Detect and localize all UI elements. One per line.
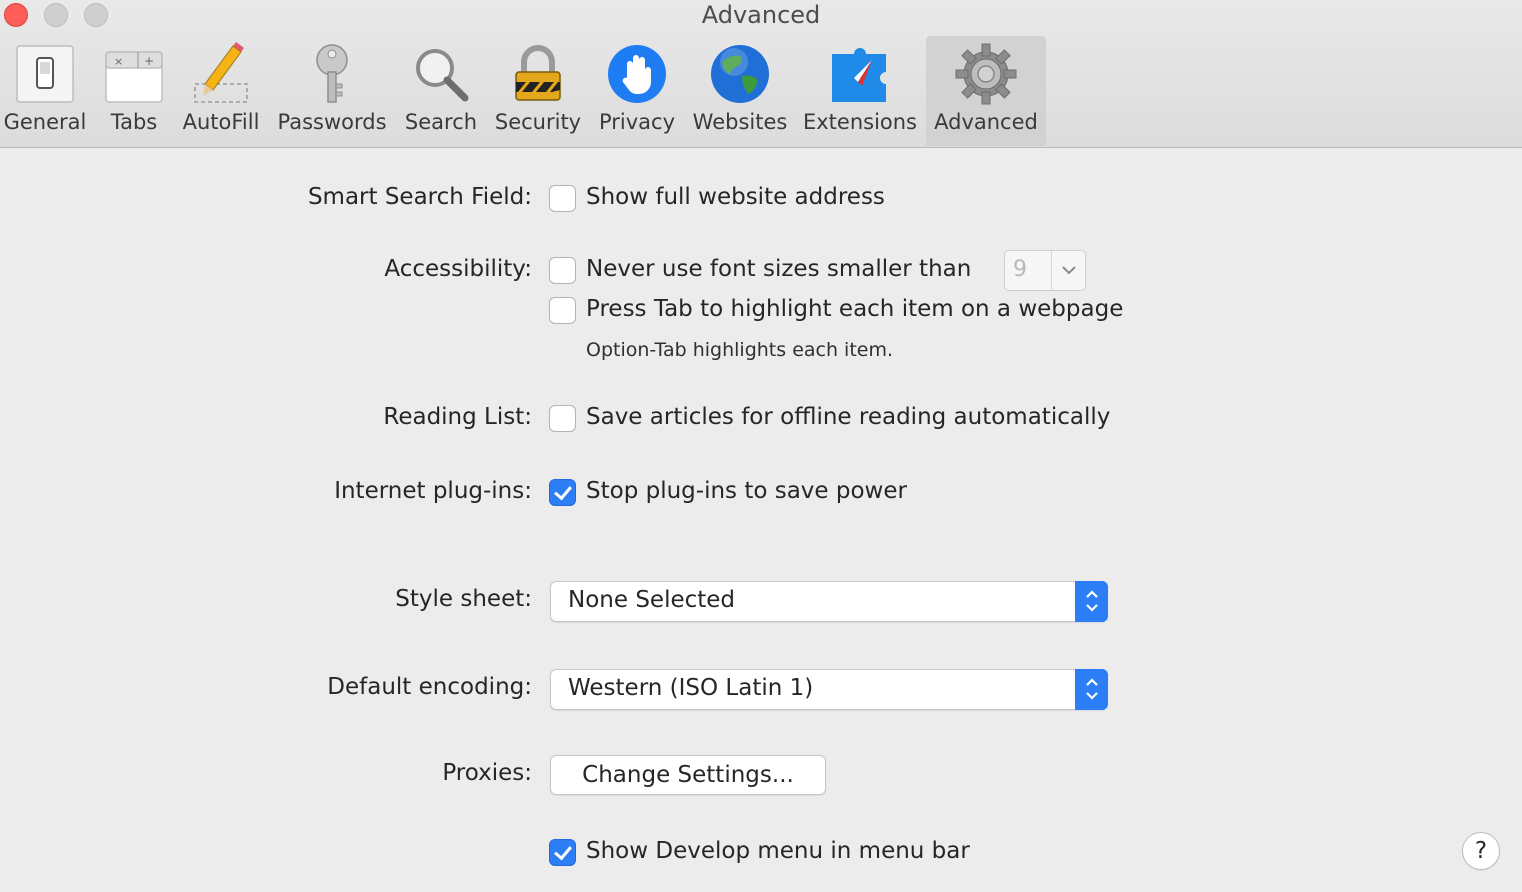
develop-menu-checkbox[interactable] xyxy=(549,839,576,866)
key-icon xyxy=(316,44,348,103)
style-sheet-popup[interactable]: None Selected xyxy=(550,581,1108,622)
show-full-address-text: Show full website address xyxy=(586,184,885,210)
encoding-popup[interactable]: Western (ISO Latin 1) xyxy=(550,669,1108,710)
encoding-stepper xyxy=(1075,669,1108,710)
show-full-address-checkbox[interactable] xyxy=(549,185,576,212)
toolbar-label-security: Security xyxy=(494,110,582,134)
toolbar-label-extensions: Extensions xyxy=(802,110,918,134)
min-font-size-select[interactable]: 9 xyxy=(1004,250,1086,291)
toolbar-item-privacy[interactable]: Privacy xyxy=(594,36,680,146)
magnifier-icon xyxy=(416,49,469,102)
puzzle-compass-icon xyxy=(832,48,886,102)
toolbar-item-security[interactable]: Security xyxy=(490,36,586,146)
reading-list-label: Reading List: xyxy=(383,404,532,430)
min-font-size-value: 9 xyxy=(1013,257,1027,282)
toolbar-label-tabs: Tabs xyxy=(110,110,158,134)
change-settings-button[interactable]: Change Settings... xyxy=(550,755,826,795)
toolbar-label-general: General xyxy=(3,110,87,134)
toolbar-item-passwords[interactable]: Passwords xyxy=(272,36,392,146)
globe-icon xyxy=(711,45,769,103)
help-button[interactable]: ? xyxy=(1462,832,1500,870)
toolbar-label-privacy: Privacy xyxy=(598,110,676,134)
accessibility-label: Accessibility: xyxy=(384,256,532,282)
toolbar-label-websites: Websites xyxy=(692,110,788,134)
toolbar-label-search: Search xyxy=(404,110,478,134)
svg-text:×: × xyxy=(114,55,123,68)
tab-highlight-text: Press Tab to highlight each item on a we… xyxy=(586,296,1124,322)
encoding-value: Western (ISO Latin 1) xyxy=(568,675,814,701)
toolbar-item-extensions[interactable]: Extensions xyxy=(800,36,920,146)
svg-text:+: + xyxy=(144,54,154,68)
general-switch-icon xyxy=(16,45,74,103)
gear-icon xyxy=(955,43,1017,105)
style-sheet-label: Style sheet: xyxy=(395,586,532,612)
style-sheet-stepper xyxy=(1075,581,1108,622)
stop-plugins-checkbox[interactable] xyxy=(549,479,576,506)
toolbar-item-autofill[interactable]: AutoFill xyxy=(178,36,264,146)
toolbar-item-tabs[interactable]: × + Tabs xyxy=(96,36,172,146)
padlock-icon xyxy=(515,45,561,101)
tab-highlight-checkbox[interactable] xyxy=(549,297,576,324)
toolbar-item-general[interactable]: General xyxy=(0,36,90,146)
tab-highlight-note: Option-Tab highlights each item. xyxy=(586,339,894,361)
stop-plugins-text: Stop plug-ins to save power xyxy=(586,478,907,504)
toolbar-item-websites[interactable]: Websites xyxy=(688,36,792,146)
pencil-icon xyxy=(194,42,248,103)
toolbar-item-advanced[interactable]: Advanced xyxy=(926,36,1046,146)
proxies-label: Proxies: xyxy=(442,760,532,786)
plugins-label: Internet plug-ins: xyxy=(334,478,532,504)
min-font-size-text: Never use font sizes smaller than xyxy=(586,256,972,282)
chevron-down-icon xyxy=(1062,266,1076,275)
offline-reading-text: Save articles for offline reading automa… xyxy=(586,404,1111,430)
toolbar: Advanced General × + Tabs AutoFill Passw… xyxy=(0,0,1522,148)
tabs-icon: × + xyxy=(105,51,163,103)
smart-search-label: Smart Search Field: xyxy=(307,184,532,210)
develop-menu-text: Show Develop menu in menu bar xyxy=(586,838,970,864)
toolbar-item-search[interactable]: Search xyxy=(400,36,482,146)
select-divider xyxy=(1051,251,1052,290)
style-sheet-value: None Selected xyxy=(568,587,736,613)
toolbar-label-advanced: Advanced xyxy=(934,110,1038,134)
offline-reading-checkbox[interactable] xyxy=(549,405,576,432)
encoding-label: Default encoding: xyxy=(327,674,532,700)
up-down-chevron-icon xyxy=(1086,678,1098,700)
window-title: Advanced xyxy=(701,1,821,29)
min-font-size-checkbox[interactable] xyxy=(549,257,576,284)
toolbar-label-autofill: AutoFill xyxy=(182,110,260,134)
toolbar-label-passwords: Passwords xyxy=(277,110,387,134)
up-down-chevron-icon xyxy=(1086,590,1098,612)
hand-icon xyxy=(608,45,666,103)
